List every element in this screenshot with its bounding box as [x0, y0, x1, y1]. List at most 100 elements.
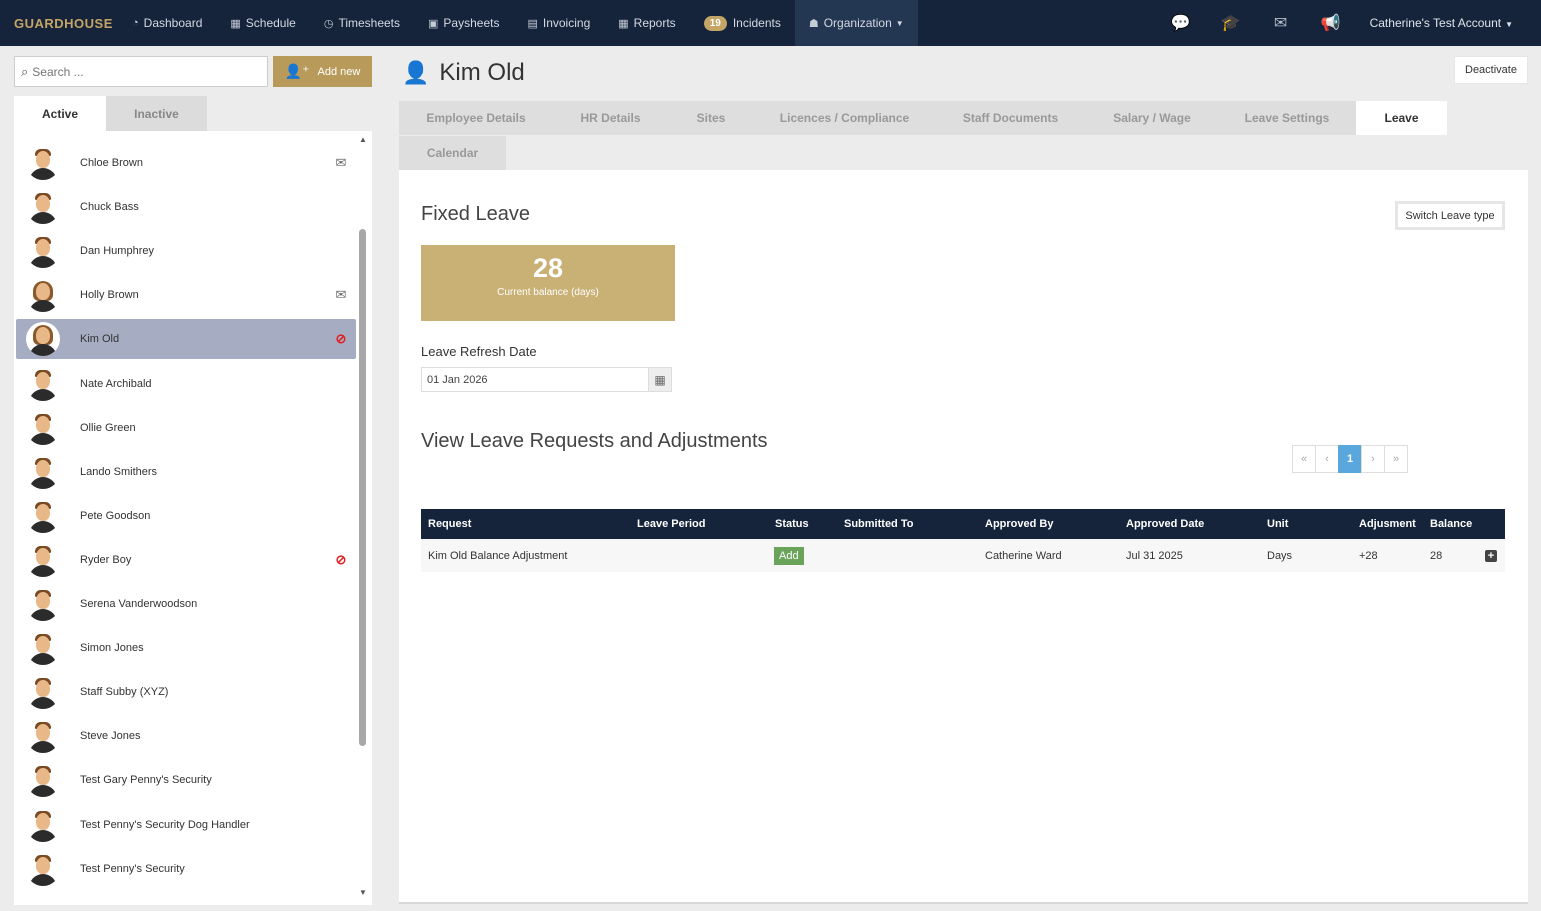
- employee-list-item[interactable]: Lando Smithers: [16, 452, 356, 492]
- nav-reports[interactable]: ▦ Reports: [604, 0, 689, 46]
- clock-icon: ◷: [323, 17, 334, 30]
- cell-adjustment: +28: [1359, 549, 1378, 562]
- nav-dashboard[interactable]: ◔ Dashboard: [118, 0, 216, 46]
- tab-licences-compliance[interactable]: Licences / Compliance: [754, 101, 935, 135]
- employee-list-item[interactable]: Steve Jones: [16, 716, 356, 756]
- scrollbar-thumb[interactable]: [359, 229, 366, 746]
- col-request[interactable]: Request: [428, 509, 471, 539]
- col-unit[interactable]: Unit: [1267, 509, 1288, 539]
- envelope-icon[interactable]: ✉: [326, 287, 356, 303]
- col-adjustment[interactable]: Adjusment: [1359, 509, 1416, 539]
- nav-timesheets[interactable]: ◷ Timesheets: [310, 0, 414, 46]
- incidents-count-badge: 19: [703, 15, 727, 31]
- search-input[interactable]: [32, 64, 253, 79]
- avatar: [26, 763, 60, 797]
- scroll-up-arrow[interactable]: ▲: [358, 135, 368, 144]
- employee-list-item[interactable]: Serena Vanderwoodson: [16, 584, 356, 624]
- deactivate-button[interactable]: Deactivate: [1454, 56, 1528, 84]
- avatar: [26, 278, 60, 312]
- col-status[interactable]: Status: [775, 509, 809, 539]
- leave-refresh-date-input[interactable]: [422, 373, 648, 386]
- employee-list-item[interactable]: Test Penny's Security Dog Handler: [16, 805, 356, 845]
- employee-list-item[interactable]: Test Gary Penny's Security: [16, 760, 356, 800]
- employee-list-item[interactable]: Pete Goodson: [16, 496, 356, 536]
- employee-list-item[interactable]: Holly Brown ✉: [16, 275, 356, 315]
- employee-list-item[interactable]: Nate Archibald: [16, 364, 356, 404]
- tab-employee-details[interactable]: Employee Details: [399, 101, 553, 135]
- graduation-cap-icon[interactable]: 🎓: [1206, 13, 1256, 33]
- employee-list-item[interactable]: Staff Subby (XYZ): [16, 672, 356, 712]
- col-approved-date[interactable]: Approved Date: [1126, 509, 1204, 539]
- pager-prev[interactable]: ‹: [1315, 445, 1339, 473]
- employee-list-item[interactable]: Test Penny's Security: [16, 849, 356, 889]
- tab-sites[interactable]: Sites: [668, 101, 754, 135]
- nav-right-group: 💬 🎓 ✉ 📢 Catherine's Test Account ▼: [1156, 0, 1541, 46]
- cell-balance: 28: [1430, 549, 1443, 562]
- megaphone-icon[interactable]: 📢: [1306, 13, 1356, 33]
- employee-list-item[interactable]: Dan Humphrey: [16, 231, 356, 271]
- pager-next[interactable]: ›: [1361, 445, 1385, 473]
- col-approved-by[interactable]: Approved By: [985, 509, 1053, 539]
- user-icon: 👤: [402, 60, 430, 85]
- tab-inactive[interactable]: Inactive: [106, 96, 207, 131]
- switch-leave-type-button[interactable]: Switch Leave type: [1395, 201, 1505, 230]
- envelope-icon[interactable]: ✉: [326, 155, 356, 171]
- employee-list-item[interactable]: Ollie Green: [16, 408, 356, 448]
- cell-approved-date: Jul 31 2025: [1126, 549, 1183, 562]
- col-submitted-to[interactable]: Submitted To: [844, 509, 913, 539]
- employee-list-item[interactable]: Simon Jones: [16, 628, 356, 668]
- add-new-button[interactable]: 👤⁺ Add new: [273, 56, 372, 87]
- employee-name: Test Penny's Security Dog Handler: [80, 819, 250, 831]
- account-menu[interactable]: Catherine's Test Account ▼: [1356, 16, 1541, 30]
- leave-panel: Fixed Leave Switch Leave type 28 Current…: [399, 170, 1528, 902]
- balance-value: 28: [532, 253, 564, 283]
- employee-list-item[interactable]: Kim Old ⊘: [16, 319, 356, 359]
- nav-paysheets[interactable]: ▣ Paysheets: [414, 0, 513, 46]
- avatar: [26, 234, 60, 268]
- envelope-icon[interactable]: ✉: [1256, 13, 1306, 33]
- pager-last[interactable]: »: [1384, 445, 1408, 473]
- calendar-icon[interactable]: ▦: [648, 368, 671, 391]
- nav-schedule[interactable]: ▦ Schedule: [216, 0, 309, 46]
- nav-paysheets-label: Paysheets: [443, 16, 500, 30]
- nav-schedule-label: Schedule: [245, 16, 296, 30]
- tab-calendar[interactable]: Calendar: [399, 136, 506, 170]
- scroll-down-arrow[interactable]: ▼: [358, 888, 368, 897]
- employee-name-heading: Kim Old: [439, 59, 525, 86]
- pager-first[interactable]: «: [1292, 445, 1316, 473]
- col-leave-period[interactable]: Leave Period: [637, 509, 705, 539]
- table-row[interactable]: Kim Old Balance Adjustment Add Catherine…: [421, 539, 1505, 572]
- employee-tabs: Employee Details HR Details Sites Licenc…: [399, 101, 1528, 170]
- employee-list-item[interactable]: Chuck Bass: [16, 187, 356, 227]
- col-balance[interactable]: Balance: [1430, 509, 1472, 539]
- employee-name: Lando Smithers: [80, 466, 158, 478]
- balance-label: Current balance (days): [497, 287, 599, 298]
- tab-leave-settings[interactable]: Leave Settings: [1218, 101, 1356, 135]
- chat-icon[interactable]: 💬: [1156, 13, 1206, 33]
- tab-active[interactable]: Active: [14, 96, 106, 131]
- employee-search[interactable]: ⌕: [14, 56, 268, 87]
- tab-staff-documents[interactable]: Staff Documents: [935, 101, 1086, 135]
- expand-row-button[interactable]: +: [1485, 539, 1497, 572]
- tab-leave[interactable]: Leave: [1356, 101, 1447, 135]
- page-title: 👤 Kim Old: [402, 58, 525, 88]
- leave-refresh-date-field[interactable]: ▦: [421, 367, 672, 392]
- tab-hr-details[interactable]: HR Details: [553, 101, 668, 135]
- status-badge: Add: [774, 546, 804, 565]
- avatar: [26, 587, 60, 621]
- tab-salary-wage[interactable]: Salary / Wage: [1086, 101, 1218, 135]
- nav-incidents[interactable]: 19 Incidents: [690, 0, 795, 46]
- employee-list-item[interactable]: Ryder Boy ⊘: [16, 540, 356, 580]
- nav-invoicing[interactable]: ▤ Invoicing: [513, 0, 604, 46]
- employee-name: Simon Jones: [80, 642, 144, 654]
- money-icon: ▣: [428, 17, 439, 30]
- employee-name: Pete Goodson: [80, 510, 151, 522]
- pager-page-1[interactable]: 1: [1338, 445, 1362, 473]
- brand-logo[interactable]: GUARDHOUSE: [14, 16, 118, 31]
- employee-name: Nate Archibald: [80, 378, 152, 390]
- employee-name: Chuck Bass: [80, 201, 139, 213]
- nav-organization[interactable]: ☗ Organization ▼: [794, 0, 918, 46]
- employee-list-item[interactable]: Chloe Brown ✉: [16, 143, 356, 183]
- account-label: Catherine's Test Account: [1369, 16, 1502, 30]
- avatar: [26, 543, 60, 577]
